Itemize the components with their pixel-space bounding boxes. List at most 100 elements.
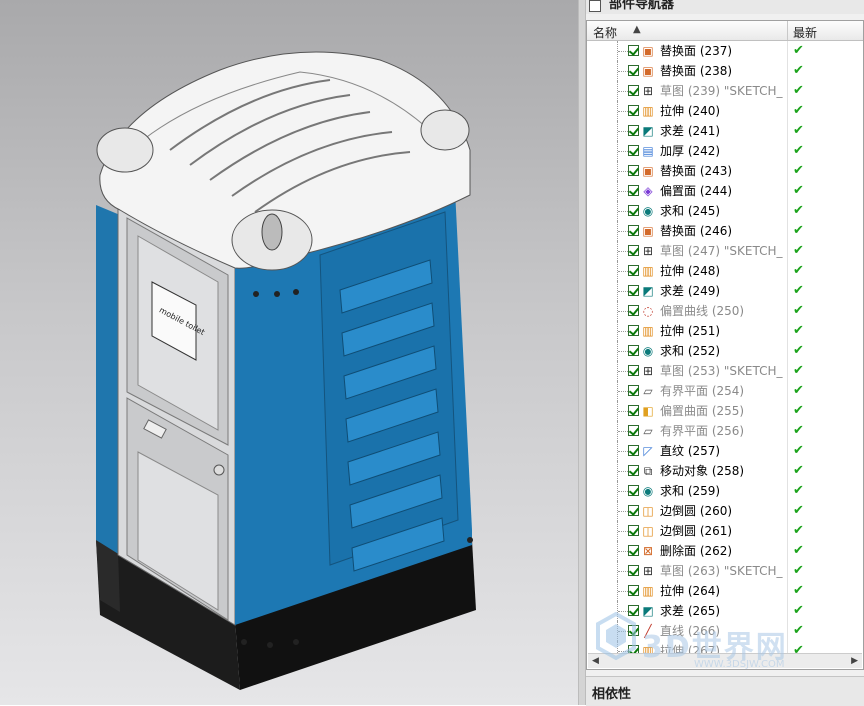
extrude-icon: ▥ <box>642 584 654 598</box>
feature-row[interactable]: ◧ 偏置曲面 (255) ✔ <box>587 401 863 421</box>
feature-row[interactable]: ⊞ 草图 (239) "SKETCH_ ✔ <box>587 81 863 101</box>
column-header-latest[interactable]: 最新 <box>793 24 817 41</box>
feature-visibility-checkbox[interactable] <box>628 205 639 216</box>
feature-visibility-checkbox[interactable] <box>628 605 639 616</box>
feature-row[interactable]: ◉ 求和 (245) ✔ <box>587 201 863 221</box>
offset-curve-icon: ◌ <box>642 304 654 318</box>
feature-row[interactable]: ▥ 拉伸 (240) ✔ <box>587 101 863 121</box>
feature-visibility-checkbox[interactable] <box>628 505 639 516</box>
feature-name: 直线 (266) <box>660 624 721 638</box>
feature-visibility-checkbox[interactable] <box>628 225 639 236</box>
feature-row[interactable]: ⊞ 草图 (263) "SKETCH_ ✔ <box>587 561 863 581</box>
replace-face-icon: ▣ <box>642 224 654 238</box>
feature-row[interactable]: ▥ 拉伸 (264) ✔ <box>587 581 863 601</box>
feature-visibility-checkbox[interactable] <box>628 145 639 156</box>
feature-visibility-checkbox[interactable] <box>628 285 639 296</box>
feature-row[interactable]: ▤ 加厚 (242) ✔ <box>587 141 863 161</box>
feature-row[interactable]: ◩ 求差 (249) ✔ <box>587 281 863 301</box>
feature-row[interactable]: ⧉ 移动对象 (258) ✔ <box>587 461 863 481</box>
up-to-date-check-icon: ✔ <box>793 143 804 158</box>
up-to-date-check-icon: ✔ <box>793 443 804 458</box>
feature-row[interactable]: ◫ 边倒圆 (260) ✔ <box>587 501 863 521</box>
extrude-icon: ▥ <box>642 264 654 278</box>
navigator-title: 部件导航器 <box>609 0 675 12</box>
scroll-right-icon[interactable]: ▶ <box>851 654 858 668</box>
feature-name: 拉伸 (240) <box>660 104 721 118</box>
feature-visibility-checkbox[interactable] <box>628 545 639 556</box>
feature-row[interactable]: ◌ 偏置曲线 (250) ✔ <box>587 301 863 321</box>
feature-row[interactable]: ▱ 有界平面 (256) ✔ <box>587 421 863 441</box>
feature-row[interactable]: ▥ 拉伸 (248) ✔ <box>587 261 863 281</box>
up-to-date-check-icon: ✔ <box>793 83 804 98</box>
feature-name: 草图 (239) "SKETCH_ <box>660 84 783 98</box>
up-to-date-check-icon: ✔ <box>793 563 804 578</box>
feature-row[interactable]: ▱ 有界平面 (254) ✔ <box>587 381 863 401</box>
subtract-icon: ◩ <box>642 604 654 618</box>
feature-visibility-checkbox[interactable] <box>628 385 639 396</box>
feature-visibility-checkbox[interactable] <box>628 305 639 316</box>
feature-visibility-checkbox[interactable] <box>628 565 639 576</box>
feature-visibility-checkbox[interactable] <box>628 445 639 456</box>
feature-name: 偏置曲线 (250) <box>660 304 745 318</box>
feature-row[interactable]: ▣ 替换面 (246) ✔ <box>587 221 863 241</box>
feature-visibility-checkbox[interactable] <box>628 185 639 196</box>
feature-visibility-checkbox[interactable] <box>628 65 639 76</box>
feature-row[interactable]: ◉ 求和 (259) ✔ <box>587 481 863 501</box>
feature-visibility-checkbox[interactable] <box>628 485 639 496</box>
feature-visibility-checkbox[interactable] <box>628 325 639 336</box>
feature-row[interactable]: ⊞ 草图 (253) "SKETCH_ ✔ <box>587 361 863 381</box>
navigator-pin-checkbox[interactable] <box>589 0 601 12</box>
feature-visibility-checkbox[interactable] <box>628 165 639 176</box>
sketch-icon: ⊞ <box>642 364 654 378</box>
dependency-panel-header[interactable]: 相依性 <box>586 676 864 706</box>
feature-name: 草图 (247) "SKETCH_ <box>660 244 783 258</box>
feature-name: 偏置面 (244) <box>660 184 733 198</box>
feature-name: 删除面 (262) <box>660 544 733 558</box>
sketch-icon: ⊞ <box>642 244 654 258</box>
scroll-left-icon[interactable]: ◀ <box>592 654 599 668</box>
feature-name: 求和 (245) <box>660 204 721 218</box>
edge-blend-icon: ◫ <box>642 524 654 538</box>
feature-visibility-checkbox[interactable] <box>628 365 639 376</box>
feature-name: 直纹 (257) <box>660 444 721 458</box>
sketch-icon: ⊞ <box>642 564 654 578</box>
feature-visibility-checkbox[interactable] <box>628 345 639 356</box>
feature-row[interactable]: ◉ 求和 (252) ✔ <box>587 341 863 361</box>
feature-visibility-checkbox[interactable] <box>628 585 639 596</box>
unite-icon: ◉ <box>642 204 654 218</box>
feature-name: 替换面 (243) <box>660 164 733 178</box>
feature-visibility-checkbox[interactable] <box>628 465 639 476</box>
feature-name: 拉伸 (248) <box>660 264 721 278</box>
feature-visibility-checkbox[interactable] <box>628 265 639 276</box>
feature-row[interactable]: ⊞ 草图 (247) "SKETCH_ ✔ <box>587 241 863 261</box>
feature-row[interactable]: ◈ 偏置面 (244) ✔ <box>587 181 863 201</box>
feature-row[interactable]: ▣ 替换面 (238) ✔ <box>587 61 863 81</box>
replace-face-icon: ▣ <box>642 164 654 178</box>
feature-visibility-checkbox[interactable] <box>628 105 639 116</box>
horizontal-scrollbar[interactable]: ◀ ▶ <box>588 653 862 668</box>
feature-row[interactable]: ⊠ 删除面 (262) ✔ <box>587 541 863 561</box>
feature-visibility-checkbox[interactable] <box>628 125 639 136</box>
feature-visibility-checkbox[interactable] <box>628 405 639 416</box>
feature-row[interactable]: ◸ 直纹 (257) ✔ <box>587 441 863 461</box>
up-to-date-check-icon: ✔ <box>793 623 804 638</box>
feature-row[interactable]: ▣ 替换面 (237) ✔ <box>587 41 863 61</box>
feature-row[interactable]: ◩ 求差 (241) ✔ <box>587 121 863 141</box>
panel-splitter[interactable] <box>578 0 586 705</box>
feature-row[interactable]: ▥ 拉伸 (251) ✔ <box>587 321 863 341</box>
column-header-name[interactable]: 名称 <box>593 24 617 41</box>
feature-visibility-checkbox[interactable] <box>628 45 639 56</box>
feature-name: 偏置曲面 (255) <box>660 404 745 418</box>
feature-row[interactable]: ◫ 边倒圆 (261) ✔ <box>587 521 863 541</box>
feature-visibility-checkbox[interactable] <box>628 625 639 636</box>
graphics-viewport[interactable]: mobile toilet <box>0 0 578 705</box>
feature-row[interactable]: ▣ 替换面 (243) ✔ <box>587 161 863 181</box>
feature-tree: 名称 ▲ 最新 ▣ 替换面 (237) ✔ ▣ 替换面 (238) ✔ ⊞ 草图 (239) … <box>586 20 864 670</box>
feature-visibility-checkbox[interactable] <box>628 525 639 536</box>
feature-visibility-checkbox[interactable] <box>628 245 639 256</box>
feature-visibility-checkbox[interactable] <box>628 425 639 436</box>
up-to-date-check-icon: ✔ <box>793 103 804 118</box>
feature-row[interactable]: ╱ 直线 (266) ✔ <box>587 621 863 641</box>
feature-row[interactable]: ◩ 求差 (265) ✔ <box>587 601 863 621</box>
feature-visibility-checkbox[interactable] <box>628 85 639 96</box>
